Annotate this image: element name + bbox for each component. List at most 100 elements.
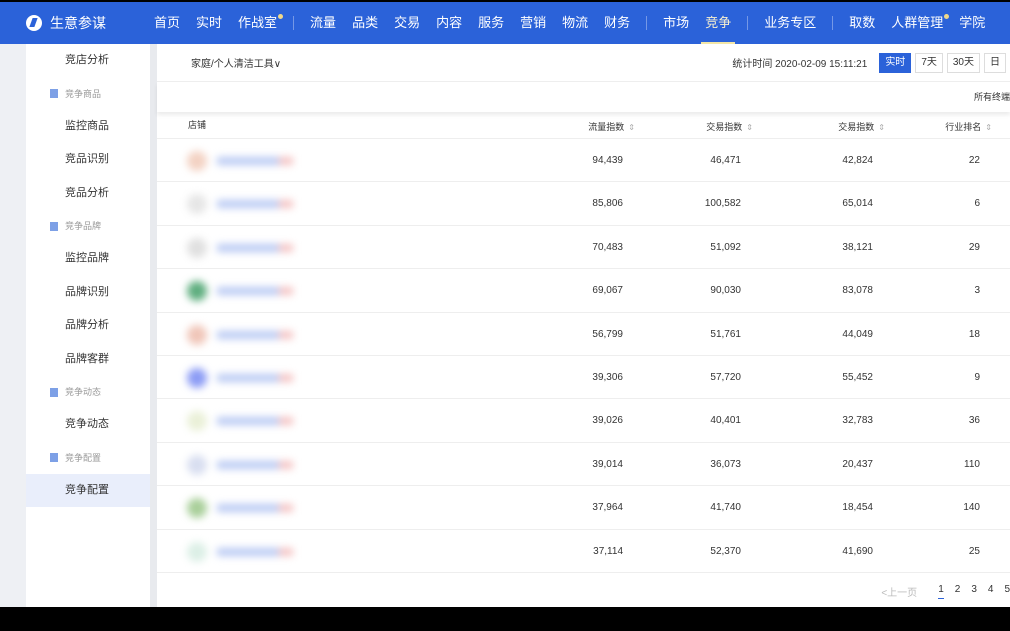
document-icon xyxy=(50,453,58,462)
sidebar-item[interactable]: 竞争动态 xyxy=(26,408,150,442)
table-cell: 52,370 xyxy=(710,545,741,557)
nav-item-2[interactable]: 作战室 xyxy=(230,2,285,44)
table-cell: 51,092 xyxy=(710,241,741,253)
sort-icon[interactable]: ⇕ xyxy=(746,123,753,132)
nav-item-18[interactable]: 取数 xyxy=(841,2,883,44)
table-row[interactable]: 56,799 51,761 44,049 18 xyxy=(157,313,1010,356)
nav-item-0[interactable]: 首页 xyxy=(146,2,188,44)
sidebar-item[interactable]: 品牌客群 xyxy=(26,343,150,377)
nav-item-5[interactable]: 品类 xyxy=(344,2,386,44)
table-header: 店铺 流量指数 ⇕ 交易指数 ⇕ 交易指数 ⇕ 行业排名 ⇕ xyxy=(157,112,1010,139)
category-select[interactable]: 家庭/个人清洁工具∨ xyxy=(191,55,281,70)
table-row[interactable]: 85,806 100,582 65,014 6 xyxy=(157,182,1010,226)
nav-item-1[interactable]: 实时 xyxy=(188,2,230,44)
col-header[interactable]: 行业排名 ⇕ xyxy=(945,120,992,133)
col-header[interactable]: 交易指数 ⇕ xyxy=(706,120,753,133)
sidebar-item[interactable]: 竞争配置 xyxy=(26,473,150,507)
shop-name-blurred xyxy=(187,151,327,171)
table-cell: 25 xyxy=(968,545,980,557)
page-4[interactable]: 4 xyxy=(988,584,994,599)
nav-item-19[interactable]: 人群管理 xyxy=(883,2,951,44)
compass-icon xyxy=(26,15,42,31)
sidebar-item[interactable]: 品牌识别 xyxy=(26,276,150,310)
nav-item-9[interactable]: 营销 xyxy=(512,2,554,44)
table-cell: 18,454 xyxy=(842,502,873,514)
table-row[interactable]: 94,439 46,471 42,824 22 xyxy=(157,139,1010,183)
page-5[interactable]: 5 xyxy=(1004,584,1010,599)
table-cell: 22 xyxy=(968,155,980,166)
nav-item-13[interactable]: 市场 xyxy=(655,2,697,44)
table-row[interactable]: 39,026 40,401 32,783 36 xyxy=(157,399,1010,443)
table-cell: 65,014 xyxy=(842,198,873,210)
range-button[interactable]: 日 xyxy=(984,52,1006,73)
page-3[interactable]: 3 xyxy=(971,584,977,599)
col-header[interactable]: 流量指数 ⇕ xyxy=(588,120,635,133)
range-button[interactable]: 7天 xyxy=(915,52,943,73)
table-cell: 39,026 xyxy=(592,415,623,427)
table-cell: 20,437 xyxy=(842,458,873,470)
sort-icon[interactable]: ⇕ xyxy=(628,123,635,132)
sidebar-group: 竞争配置 xyxy=(26,442,150,474)
sidebar-item[interactable]: 品牌分析 xyxy=(26,309,150,343)
sidebar-item[interactable]: 竞品识别 xyxy=(26,143,150,177)
document-icon xyxy=(50,221,58,231)
shop-name-bar xyxy=(217,504,287,513)
nav-item-14[interactable]: 竞争 xyxy=(697,2,739,44)
nav-item-10[interactable]: 物流 xyxy=(554,2,596,44)
shop-tag xyxy=(279,287,293,296)
table-row[interactable]: 39,014 36,073 20,437 110 xyxy=(157,443,1010,487)
nav-item-20[interactable]: 学院 xyxy=(951,2,993,44)
table-row[interactable]: 37,964 41,740 18,454 140 xyxy=(157,486,1010,530)
document-icon xyxy=(50,89,58,98)
table-row[interactable]: 70,483 51,092 38,121 29 xyxy=(157,226,1010,270)
table-cell: 37,964 xyxy=(592,502,623,514)
table-cell: 40,401 xyxy=(710,415,741,427)
nav-item-11[interactable]: 财务 xyxy=(596,2,638,44)
sidebar-item[interactable]: 监控品牌 xyxy=(26,242,150,276)
col-header[interactable]: 交易指数 ⇕ xyxy=(838,120,885,133)
page-1[interactable]: 1 xyxy=(938,584,944,599)
nav-item-6[interactable]: 交易 xyxy=(386,2,428,44)
table-cell: 55,452 xyxy=(842,372,873,383)
sidebar-group: 竞争动态 xyxy=(26,376,150,408)
sort-icon[interactable]: ⇕ xyxy=(878,123,885,132)
shop-tag xyxy=(279,157,293,165)
table-cell: 140 xyxy=(963,502,980,514)
range-button[interactable]: 实时 xyxy=(879,52,912,73)
table-row[interactable]: 39,306 57,720 55,452 9 xyxy=(157,356,1010,400)
sidebar-group-label: 竞争品牌 xyxy=(65,221,102,231)
nav-item-7[interactable]: 内容 xyxy=(428,2,470,44)
prev-page-button[interactable]: <上一页 xyxy=(881,584,917,599)
range-button[interactable]: 30天 xyxy=(946,52,980,73)
table-row[interactable]: 69,067 90,030 83,078 3 xyxy=(157,269,1010,313)
nav-item-4[interactable]: 流量 xyxy=(302,2,344,44)
shop-name-blurred xyxy=(187,281,327,302)
table-row[interactable]: 37,114 52,370 41,690 25 xyxy=(157,530,1010,573)
shop-name-bar xyxy=(217,287,287,296)
table-cell: 29 xyxy=(968,241,980,253)
table-cell: 36,073 xyxy=(710,458,741,470)
table-cell: 100,582 xyxy=(704,198,741,210)
brand-logo[interactable]: 生意参谋 xyxy=(26,13,146,33)
col-shop: 店铺 xyxy=(188,120,207,130)
shop-tag xyxy=(279,417,293,426)
page-2[interactable]: 2 xyxy=(955,584,961,599)
nav-item-16[interactable]: 业务专区 xyxy=(756,2,824,44)
shop-name-blurred xyxy=(187,541,327,562)
sidebar-item[interactable]: 竞店分析 xyxy=(26,44,150,78)
main-panel: 家庭/个人清洁工具∨ 统计时间 2020-02-09 15:11:21 实时 7天… xyxy=(157,44,1010,607)
terminal-filter[interactable]: 所有终端 xyxy=(157,82,1010,112)
nav-item-8[interactable]: 服务 xyxy=(470,2,512,44)
table-cell: 70,483 xyxy=(592,241,623,253)
col-header-label: 行业排名 xyxy=(945,122,982,132)
nav-divider xyxy=(832,16,834,30)
sidebar-item[interactable]: 监控商品 xyxy=(26,110,150,144)
table-cell: 36 xyxy=(968,415,980,427)
sort-icon[interactable]: ⇕ xyxy=(985,123,992,132)
document-icon xyxy=(50,387,58,397)
table-cell: 44,049 xyxy=(842,328,873,340)
table-cell: 41,740 xyxy=(710,502,741,514)
sidebar-item[interactable]: 竞品分析 xyxy=(26,177,150,211)
col-header-label: 流量指数 xyxy=(588,122,625,132)
shop-tag xyxy=(279,374,293,382)
